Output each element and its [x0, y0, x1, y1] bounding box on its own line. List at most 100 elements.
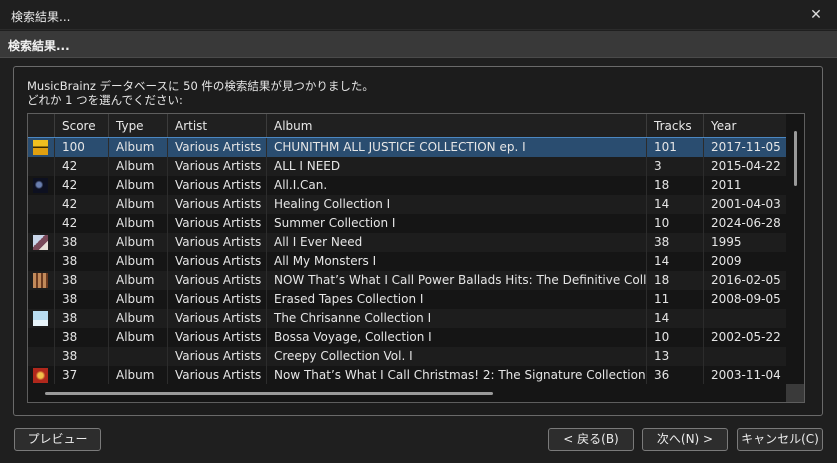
- table-row[interactable]: 38 Album Various Artists Bossa Voyage, Coll…: [28, 328, 786, 347]
- next-button[interactable]: 次へ(N) >: [642, 428, 728, 451]
- cell-tracks: 101: [647, 138, 704, 157]
- cell-score: 38: [55, 309, 109, 328]
- cell-type: [109, 347, 168, 366]
- cell-type: Album: [109, 252, 168, 271]
- close-icon[interactable]: ✕: [799, 0, 833, 30]
- cell-art: [28, 366, 55, 385]
- cell-type: Album: [109, 176, 168, 195]
- wizard-header: 検索結果...: [0, 31, 837, 58]
- cell-type: Album: [109, 366, 168, 385]
- cell-year: 2002-05-22: [711, 330, 781, 344]
- cell-tracks: 10: [647, 214, 704, 233]
- cell-art: [28, 157, 55, 176]
- horizontal-scrollbar[interactable]: [28, 384, 786, 402]
- table-row[interactable]: 42 Album Various Artists Healing Collection…: [28, 195, 786, 214]
- cell-year: 2024-06-28: [711, 216, 781, 230]
- cell-score: 42: [55, 176, 109, 195]
- cell-album: ALL I NEED: [267, 157, 647, 176]
- christmas-cover-icon: [33, 368, 48, 383]
- table-row[interactable]: 42 Album Various Artists Summer Collection …: [28, 214, 786, 233]
- cell-year: 2009: [711, 254, 742, 268]
- cell-tracks: 18: [647, 176, 704, 195]
- cell-score: 42: [55, 214, 109, 233]
- cell-year: 2011: [711, 178, 742, 192]
- window-title: 検索結果...: [11, 10, 71, 24]
- table-row[interactable]: 38 Album Various Artists The Chrisanne Coll…: [28, 309, 786, 328]
- table-row[interactable]: 42 Album Various Artists ALL I NEED 3 2015-04…: [28, 157, 786, 176]
- horizontal-scroll-thumb[interactable]: [45, 392, 493, 395]
- results-message: MusicBrainz データベースに 50 件の検索結果が見つかりました。 ど…: [27, 79, 374, 107]
- column-header-artist[interactable]: Artist: [168, 114, 267, 138]
- cell-score: 38: [55, 347, 109, 366]
- header-label: 検索結果...: [8, 39, 70, 53]
- cell-art: [28, 138, 55, 157]
- cell-score: 42: [55, 157, 109, 176]
- column-header-year[interactable]: Year: [704, 114, 786, 138]
- cell-album: Now That’s What I Call Christmas! 2: The…: [267, 366, 647, 385]
- cell-artist: Various Artists: [168, 271, 267, 290]
- cell-tracks: 18: [647, 271, 704, 290]
- preview-button[interactable]: プレビュー: [14, 428, 101, 451]
- table-row[interactable]: 38 Album Various Artists All My Monsters I1…: [28, 252, 786, 271]
- cell-artist: Various Artists: [168, 195, 267, 214]
- column-header-art[interactable]: [28, 114, 55, 138]
- cell-artist: Various Artists: [168, 366, 267, 385]
- cell-tracks: 14: [647, 309, 704, 328]
- cell-year: [704, 309, 786, 328]
- cell-artist: Various Artists: [168, 309, 267, 328]
- cell-album: Erased Tapes Collection I: [267, 290, 647, 309]
- cancel-button[interactable]: キャンセル(C): [737, 428, 823, 451]
- scroll-corner: [786, 384, 804, 402]
- grid-cover-icon: [33, 273, 48, 288]
- cell-type: Album: [109, 290, 168, 309]
- cell-year: 2016-02-05: [711, 273, 781, 287]
- column-header-tracks[interactable]: Tracks: [647, 114, 704, 138]
- cell-album: Creepy Collection Vol. I: [267, 347, 647, 366]
- vertical-scrollbar[interactable]: [786, 114, 804, 384]
- cell-score: 100: [55, 138, 109, 157]
- cell-year: 2008-09-05: [711, 292, 781, 306]
- cell-type: Album: [109, 328, 168, 347]
- cell-artist: Various Artists: [168, 347, 267, 366]
- yellow-cover-icon: [33, 140, 48, 155]
- cell-type: Album: [109, 138, 168, 157]
- cell-year: 2015-04-22: [711, 159, 781, 173]
- cell-art: [28, 290, 55, 309]
- back-button[interactable]: < 戻る(B): [548, 428, 634, 451]
- cell-tracks: 3: [647, 157, 704, 176]
- light-cover-icon: [33, 311, 48, 326]
- table-row[interactable]: 42 Album Various Artists All.I.Can. 18 2011: [28, 176, 786, 195]
- cell-album: Bossa Voyage, Collection I: [267, 328, 647, 347]
- column-header-score[interactable]: Score: [55, 114, 109, 138]
- cell-score: 38: [55, 328, 109, 347]
- cell-score: 38: [55, 233, 109, 252]
- column-header-type[interactable]: Type: [109, 114, 168, 138]
- cell-score: 38: [55, 271, 109, 290]
- results-message-line2: どれか 1 つを選んでください:: [27, 93, 183, 107]
- cell-year: 2003-11-04: [711, 368, 781, 382]
- cell-album: All I Ever Need: [267, 233, 647, 252]
- table-row[interactable]: 37 Album Various Artists Now That’s What I …: [28, 366, 786, 385]
- table-row[interactable]: 38 Album Various Artists Erased Tapes Colle…: [28, 290, 786, 309]
- cell-tracks: 13: [647, 347, 704, 366]
- cell-artist: Various Artists: [168, 252, 267, 271]
- vertical-scroll-thumb[interactable]: [794, 131, 797, 186]
- table-row[interactable]: 38 Album Various Artists All I Ever Need 38 1…: [28, 233, 786, 252]
- cell-tracks: 38: [647, 233, 704, 252]
- results-message-line1: MusicBrainz データベースに 50 件の検索結果が見つかりました。: [27, 79, 374, 93]
- cell-score: 38: [55, 290, 109, 309]
- cell-score: 42: [55, 195, 109, 214]
- cell-year: 2017-11-05: [711, 140, 781, 154]
- cell-album: All.I.Can.: [267, 176, 647, 195]
- table-row[interactable]: 38 Album Various Artists NOW That’s What I …: [28, 271, 786, 290]
- table-row[interactable]: 100 Album Various Artists CHUNITHM ALL JUST…: [28, 137, 787, 158]
- cell-art: [28, 309, 55, 328]
- column-header-album[interactable]: Album: [267, 114, 647, 138]
- photo-cover-icon: [33, 235, 48, 250]
- table-row[interactable]: 38 Various Artists Creepy Collection Vol. …: [28, 347, 786, 366]
- cell-year: 2001-04-03: [711, 197, 781, 211]
- cell-album: Summer Collection I: [267, 214, 647, 233]
- cell-art: [28, 195, 55, 214]
- cell-artist: Various Artists: [168, 328, 267, 347]
- cell-year: 1995: [711, 235, 742, 249]
